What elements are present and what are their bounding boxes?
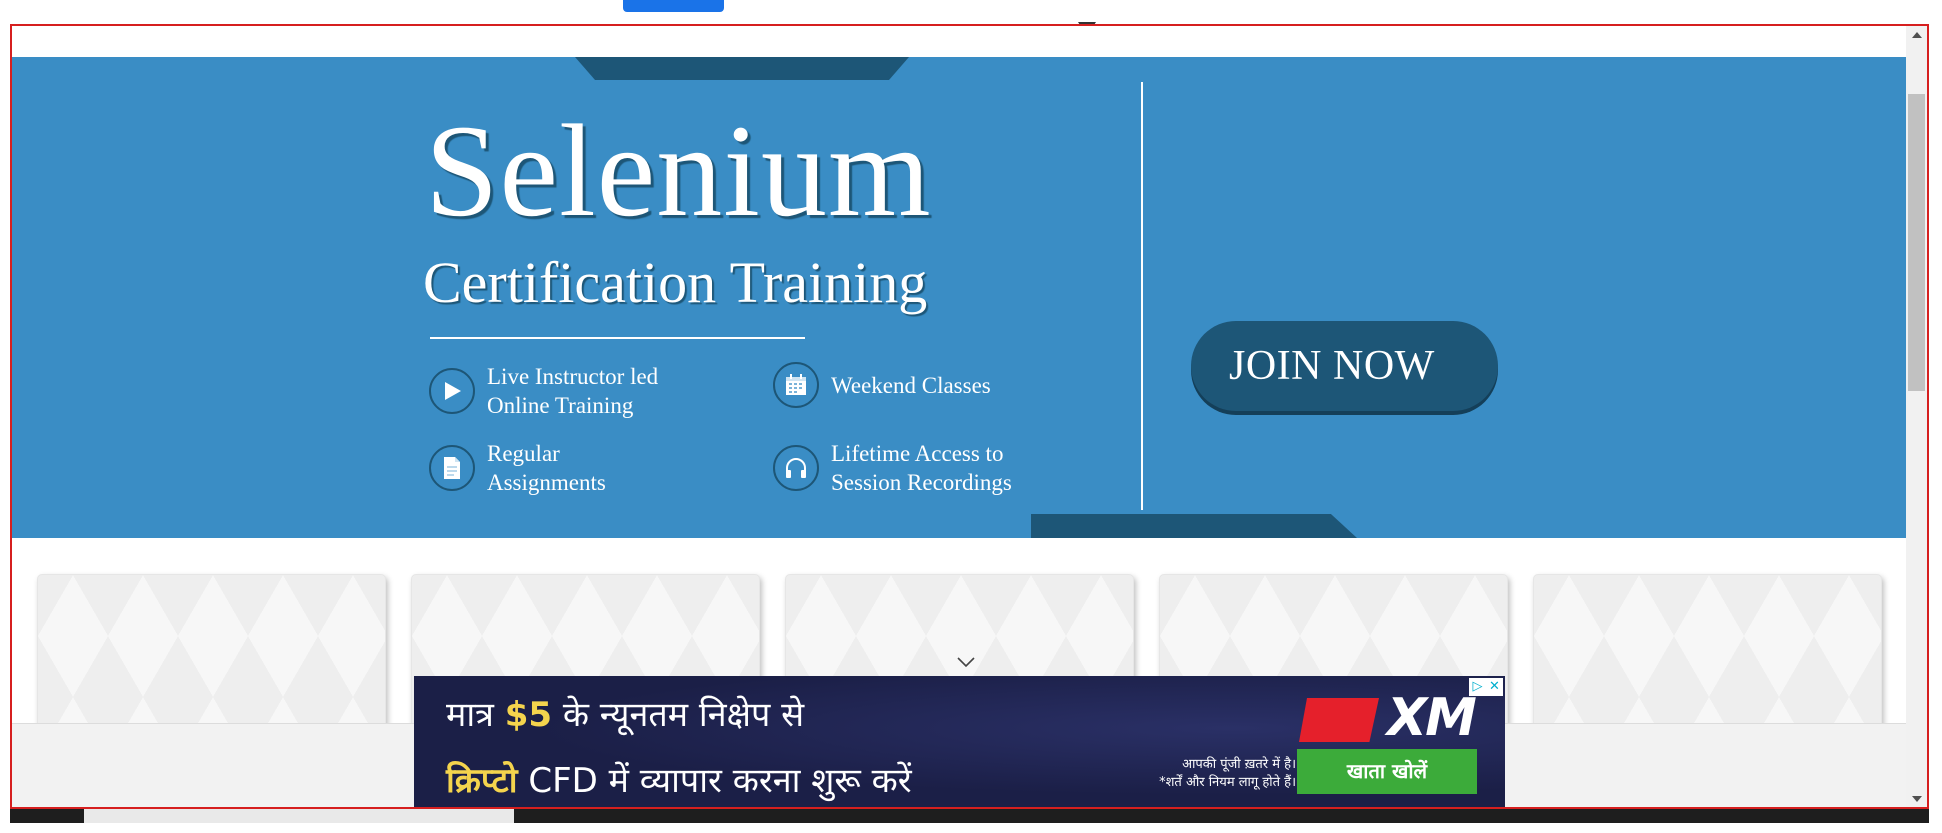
feature-label: Lifetime Access to Session Recordings: [831, 441, 1012, 495]
banner-divider: [1141, 82, 1143, 510]
ad-headline: मात्र $5 के न्यूनतम निक्षेप से: [446, 695, 805, 735]
banner-subtitle: Certification Training: [423, 250, 928, 315]
play-icon: [429, 368, 475, 414]
banner-title: Selenium: [425, 97, 932, 244]
page-frame: Selenium Certification Training Live Ins…: [10, 24, 1929, 809]
advertisement-banner[interactable]: मात्र $5 के न्यूनतम निक्षेप से क्रिप्टो …: [414, 676, 1505, 807]
banner-tab-bottom: [1031, 514, 1357, 538]
close-icon[interactable]: ✕: [1486, 678, 1503, 696]
scroll-up-arrow-icon[interactable]: [1906, 26, 1927, 43]
feature-label: Regular Assignments: [487, 441, 606, 495]
ad-choices[interactable]: ▷ ✕: [1469, 678, 1503, 696]
scrollbar-thumb[interactable]: [1908, 94, 1925, 391]
feature-label: Live Instructor led Online Training: [487, 364, 659, 418]
top-strip: [0, 0, 1942, 24]
chevron-down-icon[interactable]: [956, 655, 976, 669]
feature-lifetime-access: Lifetime Access to Session Recordings: [773, 439, 1012, 497]
ad-risk-disclaimer: आपकी पूंजी ख़तरे में है। *शर्तें और नियम…: [1159, 757, 1296, 790]
calendar-icon: [773, 362, 819, 408]
ad-choices-icon[interactable]: ▷: [1469, 678, 1486, 696]
xm-logo-mark: [1299, 698, 1379, 742]
scroll-down-arrow-icon[interactable]: [1906, 790, 1927, 807]
feature-assignments: Regular Assignments: [429, 439, 606, 497]
feature-weekend-classes: Weekend Classes: [773, 362, 991, 408]
banner-underline: [430, 337, 805, 339]
course-banner[interactable]: Selenium Certification Training Live Ins…: [12, 57, 1906, 538]
feature-live-training: Live Instructor led Online Training: [429, 362, 658, 420]
banner-tab-top: [575, 57, 909, 80]
vertical-scrollbar[interactable]: [1906, 26, 1927, 807]
headphones-icon: [773, 445, 819, 491]
page-viewport: Selenium Certification Training Live Ins…: [12, 26, 1906, 807]
open-account-button[interactable]: खाता खोलें: [1297, 749, 1477, 794]
top-partial-button[interactable]: [623, 0, 724, 12]
document-icon: [429, 445, 475, 491]
xm-logo: XM: [1299, 686, 1477, 748]
ad-subheadline: क्रिप्टो CFD में व्यापार करना शुरू करें: [446, 761, 912, 801]
feature-label: Weekend Classes: [831, 372, 991, 398]
taskbar-item[interactable]: [84, 809, 514, 823]
join-now-button[interactable]: JOIN NOW: [1191, 321, 1498, 411]
